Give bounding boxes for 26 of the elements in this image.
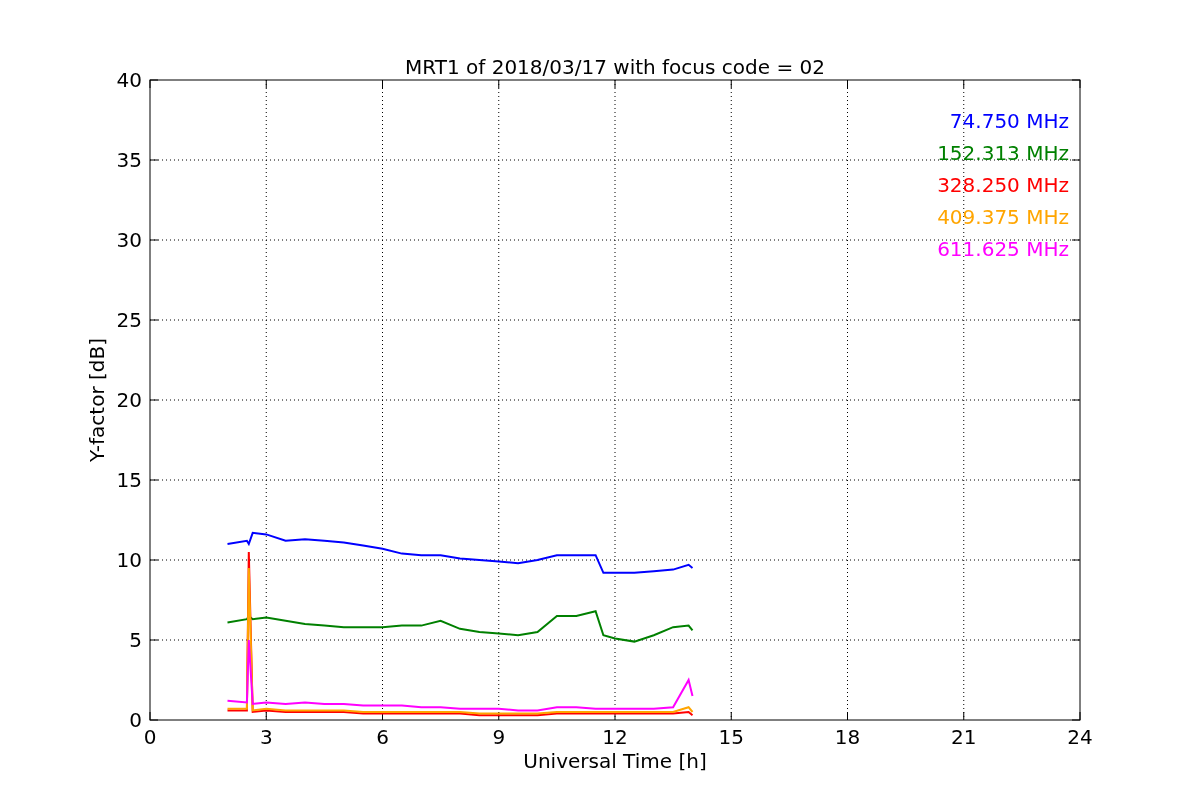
tick-label: 25	[116, 308, 142, 332]
tick-label: 18	[834, 725, 861, 749]
tick-label: 15	[718, 725, 744, 749]
tick-label: 24	[1067, 725, 1093, 749]
tick-label: 21	[951, 725, 977, 749]
y-axis-label: Y-factor [dB]	[85, 338, 109, 462]
tick-label: 20	[116, 388, 142, 412]
legend-label: 152.313 MHz	[937, 141, 1069, 165]
legend-label: 409.375 MHz	[937, 205, 1069, 229]
tick-label: 9	[492, 725, 506, 749]
x-axis-label: Universal Time [h]	[523, 749, 707, 773]
legend-label: 328.250 MHz	[937, 173, 1069, 197]
tick-label: 10	[116, 548, 142, 572]
tick-label: 0	[129, 708, 142, 732]
tick-label: 40	[116, 68, 142, 92]
tick-label: 35	[116, 148, 142, 172]
tick-label: 0	[143, 725, 157, 749]
tick-label: 6	[376, 725, 389, 749]
tick-label: 15	[116, 468, 142, 492]
tick-label: 30	[116, 228, 142, 252]
legend-label: 611.625 MHz	[937, 237, 1069, 261]
tick-label: 12	[602, 725, 628, 749]
legend-label: 74.750 MHz	[949, 109, 1069, 133]
tick-label: 3	[259, 725, 273, 749]
tick-label: 5	[129, 628, 142, 652]
chart-title: MRT1 of 2018/03/17 with focus code = 02	[405, 55, 825, 79]
